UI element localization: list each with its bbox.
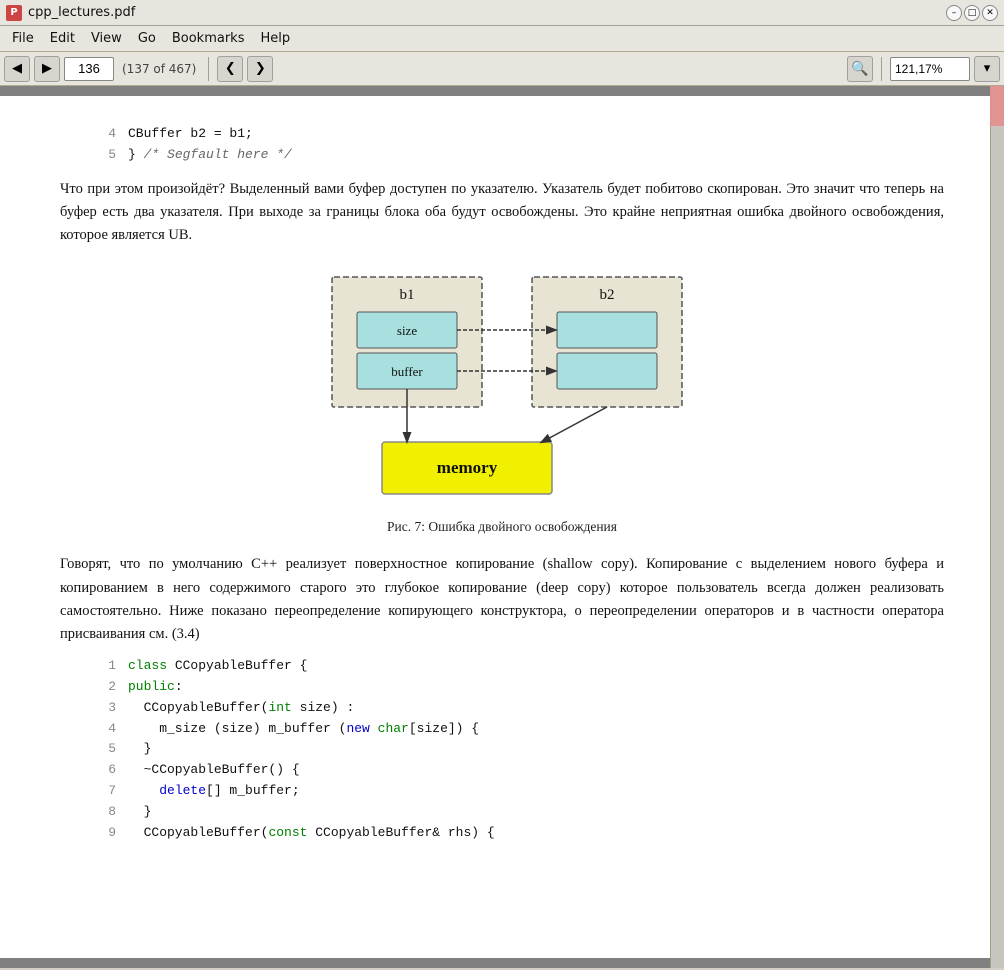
- line-number: 7: [100, 781, 116, 802]
- code-block-top: 4 CBuffer b2 = b1; 5 } /* Segfault here …: [100, 124, 944, 166]
- code-line-b3: 3 CCopyableBuffer(int size) :: [100, 698, 944, 719]
- search-icon: 🔍: [851, 61, 868, 77]
- pdf-page: 4 CBuffer b2 = b1; 5 } /* Segfault here …: [0, 96, 1004, 958]
- code-text: ~CCopyableBuffer() {: [128, 760, 300, 781]
- code-text: CCopyableBuffer(const CCopyableBuffer& r…: [128, 823, 495, 844]
- code-line-4: 4 CBuffer b2 = b1;: [100, 124, 944, 145]
- scrollbar[interactable]: [990, 86, 1004, 968]
- maximize-button[interactable]: □: [964, 5, 980, 21]
- scroll-thumb[interactable]: [990, 86, 1004, 126]
- titlebar: P cpp_lectures.pdf – □ ✕: [0, 0, 1004, 26]
- app-icon: P: [6, 5, 22, 21]
- line-number: 1: [100, 656, 116, 677]
- code-text: class CCopyableBuffer {: [128, 656, 307, 677]
- menu-view[interactable]: View: [83, 29, 130, 48]
- window-controls: – □ ✕: [946, 5, 998, 21]
- toolbar-separator: [208, 57, 209, 81]
- code-text: delete[] m_buffer;: [128, 781, 300, 802]
- code-text: }: [128, 739, 151, 760]
- line-number: 3: [100, 698, 116, 719]
- search-button[interactable]: 🔍: [847, 56, 873, 82]
- line-number: 8: [100, 802, 116, 823]
- forward-button[interactable]: ▶: [34, 56, 60, 82]
- code-text: m_size (size) m_buffer (new char[size]) …: [128, 719, 479, 740]
- code-line-b7: 7 delete[] m_buffer;: [100, 781, 944, 802]
- line-number: 6: [100, 760, 116, 781]
- code-text: CCopyableBuffer(int size) :: [128, 698, 354, 719]
- menu-go[interactable]: Go: [130, 29, 164, 48]
- titlebar-title: cpp_lectures.pdf: [28, 5, 135, 20]
- zoom-input[interactable]: [890, 57, 970, 81]
- content-area: 4 CBuffer b2 = b1; 5 } /* Segfault here …: [0, 86, 1004, 968]
- line-number: 4: [100, 124, 116, 145]
- code-line-b9: 9 CCopyableBuffer(const CCopyableBuffer&…: [100, 823, 944, 844]
- menu-help[interactable]: Help: [252, 29, 298, 48]
- svg-text:buffer: buffer: [391, 364, 423, 379]
- page-info: (137 of 467): [118, 62, 200, 76]
- back-button[interactable]: ◀: [4, 56, 30, 82]
- code-block-bottom: 1 class CCopyableBuffer { 2 public: 3 CC…: [100, 656, 944, 843]
- svg-text:memory: memory: [437, 458, 498, 477]
- paragraph-1: Что при этом произойдёт? Выделенный вами…: [60, 178, 944, 248]
- code-line-b5: 5 }: [100, 739, 944, 760]
- code-line-b4: 4 m_size (size) m_buffer (new char[size]…: [100, 719, 944, 740]
- menu-bookmarks[interactable]: Bookmarks: [164, 29, 253, 48]
- minimize-button[interactable]: –: [946, 5, 962, 21]
- line-number: 4: [100, 719, 116, 740]
- code-line-b6: 6 ~CCopyableBuffer() {: [100, 760, 944, 781]
- toolbar-separator2: [881, 57, 882, 81]
- line-number: 9: [100, 823, 116, 844]
- code-text: }: [128, 802, 151, 823]
- code-text: } /* Segfault here */: [128, 145, 292, 166]
- prev-page-button[interactable]: ❮: [217, 56, 243, 82]
- code-line-b1: 1 class CCopyableBuffer {: [100, 656, 944, 677]
- menubar: File Edit View Go Bookmarks Help: [0, 26, 1004, 52]
- paragraph-2: Говорят, что по умолчанию C++ реализует …: [60, 553, 944, 646]
- next-page-button[interactable]: ❯: [247, 56, 273, 82]
- toolbar: ◀ ▶ (137 of 467) ❮ ❯ 🔍 ▾: [0, 52, 1004, 86]
- line-number: 5: [100, 739, 116, 760]
- code-text: public:: [128, 677, 183, 698]
- fig-caption: Рис. 7: Ошибка двойного освобождения: [60, 517, 944, 537]
- svg-text:b2: b2: [600, 287, 615, 303]
- memory-diagram: b1 size buffer b2: [302, 267, 702, 507]
- line-number: 2: [100, 677, 116, 698]
- code-text: CBuffer b2 = b1;: [128, 124, 253, 145]
- page-input[interactable]: [64, 57, 114, 81]
- menu-file[interactable]: File: [4, 29, 42, 48]
- close-button[interactable]: ✕: [982, 5, 998, 21]
- svg-text:b1: b1: [400, 287, 415, 303]
- diagram-container: b1 size buffer b2: [60, 267, 944, 507]
- svg-text:size: size: [397, 323, 417, 338]
- line-number: 5: [100, 145, 116, 166]
- zoom-dropdown-button[interactable]: ▾: [974, 56, 1000, 82]
- code-line-b2: 2 public:: [100, 677, 944, 698]
- code-line-5: 5 } /* Segfault here */: [100, 145, 944, 166]
- code-line-b8: 8 }: [100, 802, 944, 823]
- menu-edit[interactable]: Edit: [42, 29, 83, 48]
